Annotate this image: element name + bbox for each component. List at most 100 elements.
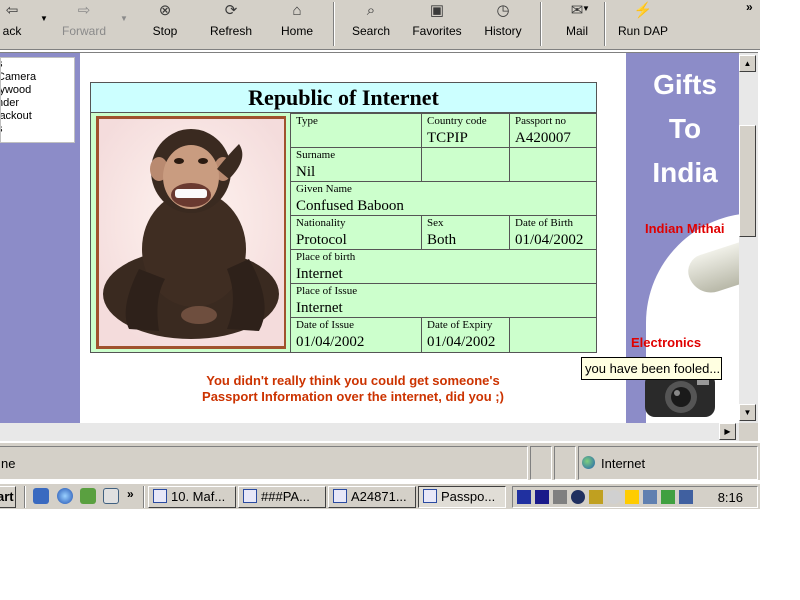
- stop-icon: ⊗: [158, 2, 172, 19]
- taskbar-item[interactable]: ###PA...: [238, 486, 326, 508]
- zone-pane: Internet: [578, 446, 758, 480]
- status-bar: ne Internet: [0, 442, 760, 480]
- clock[interactable]: 8:16: [718, 489, 743, 506]
- type-field: Type: [290, 113, 422, 148]
- home-button[interactable]: ⌂ Home: [274, 0, 320, 48]
- back-arrow-icon: ⇦: [5, 2, 19, 19]
- fooled-message-line-1: You didn't really think you could get so…: [206, 373, 500, 388]
- tray-app-icon[interactable]: [589, 490, 603, 504]
- windows-taskbar: art » 10. Maf... ###PA... A24871... Pass…: [0, 483, 760, 509]
- favorites-button[interactable]: ▣ Favorites: [407, 0, 467, 48]
- browser-window-icon: [243, 489, 257, 503]
- network-icon[interactable]: [643, 490, 657, 504]
- left-menu-item[interactable]: s: [1, 58, 74, 71]
- empty-field: [509, 147, 597, 182]
- status-text: ne: [1, 456, 16, 471]
- fooled-message-line-2: Passport Information over the internet, …: [202, 389, 504, 404]
- left-menu-item[interactable]: Camera: [1, 71, 74, 84]
- home-icon: ⌂: [292, 2, 302, 19]
- left-navigation-pane: s Camera lywood nder lackout s: [0, 53, 80, 423]
- search-button[interactable]: ⌕ Search: [346, 0, 396, 48]
- th-icon[interactable]: [535, 490, 549, 504]
- tray-app-icon[interactable]: [571, 490, 585, 504]
- chimpanzee-photo: [96, 116, 286, 349]
- taskbar-item[interactable]: 10. Maf...: [148, 486, 236, 508]
- vertical-scrollbar[interactable]: ▲ ▼: [739, 53, 758, 423]
- back-dropdown-icon[interactable]: ▼: [40, 14, 48, 23]
- scroll-down-icon[interactable]: ▼: [739, 404, 756, 421]
- internet-globe-icon: [582, 456, 595, 469]
- toolbar-more-chevron[interactable]: »: [746, 0, 753, 14]
- internet-explorer-icon[interactable]: [57, 488, 73, 504]
- taskbar-separator: [24, 486, 26, 508]
- volume-icon[interactable]: [553, 490, 567, 504]
- show-desktop-icon[interactable]: [33, 488, 49, 504]
- nationality-field: Nationality Protocol: [290, 215, 422, 250]
- start-button[interactable]: art: [0, 486, 16, 508]
- run-dap-icon: ⚡: [633, 2, 653, 19]
- shield-icon[interactable]: [517, 490, 531, 504]
- scroll-right-icon[interactable]: ▶: [719, 423, 736, 440]
- run-dap-button[interactable]: ⚡ Run DAP: [612, 0, 674, 48]
- refresh-button[interactable]: ⟳ Refresh: [203, 0, 259, 48]
- indian-mithai-label: Indian Mithai: [645, 221, 725, 236]
- mail-icon: ✉: [570, 2, 584, 19]
- given-name-field: Given Name Confused Baboon: [290, 181, 597, 216]
- browser-toolbar: ⇦ ack ▼ ⇨ Forward ▼ ⊗ Stop ⟳ Refresh ⌂ H…: [0, 0, 760, 50]
- toolbar-separator: [604, 2, 606, 46]
- forward-button[interactable]: ⇨ Forward: [54, 0, 114, 48]
- scrollbar-corner: [739, 423, 758, 441]
- history-icon: ◷: [496, 2, 510, 19]
- status-text-pane: ne: [0, 446, 528, 480]
- system-tray: 8:16: [512, 486, 758, 508]
- date-of-expiry-field: Date of Expiry 01/04/2002: [421, 317, 510, 353]
- left-menu-item[interactable]: lackout: [1, 110, 74, 123]
- word-document-icon: [153, 489, 167, 503]
- taskbar-item-active[interactable]: Passpo...: [418, 486, 506, 508]
- scroll-up-icon[interactable]: ▲: [739, 55, 756, 72]
- mail-button[interactable]: ✉ Mail: [557, 0, 597, 48]
- passport-title: Republic of Internet: [91, 83, 596, 113]
- left-menu-item[interactable]: lywood: [1, 84, 74, 97]
- left-menu: s Camera lywood nder lackout s: [0, 57, 75, 143]
- banner-title: Gifts To India: [652, 69, 718, 188]
- place-of-birth-field: Place of birth Internet: [290, 249, 597, 284]
- channels-icon[interactable]: [103, 488, 119, 504]
- status-pane: [554, 446, 576, 480]
- taskbar-item[interactable]: A24871...: [328, 486, 416, 508]
- history-button[interactable]: ◷ History: [478, 0, 528, 48]
- left-menu-item[interactable]: nder: [1, 97, 74, 110]
- empty-field: [421, 147, 510, 182]
- lightning-icon[interactable]: [625, 490, 639, 504]
- quicklaunch-more-chevron[interactable]: »: [127, 487, 134, 501]
- scroll-thumb[interactable]: [739, 125, 756, 237]
- stop-button[interactable]: ⊗ Stop: [140, 0, 190, 48]
- back-button[interactable]: ⇦ ack: [0, 0, 32, 48]
- horizontal-scrollbar[interactable]: ▶: [0, 423, 739, 441]
- favorites-icon: ▣: [429, 2, 445, 19]
- zone-label: Internet: [601, 456, 646, 471]
- country-code-field: Country code TCPIP: [421, 113, 510, 148]
- toolbar-separator: [540, 2, 542, 46]
- tray-app-icon[interactable]: [679, 490, 693, 504]
- forward-dropdown-icon[interactable]: ▼: [120, 14, 128, 23]
- tray-app-icon[interactable]: [607, 490, 621, 504]
- search-icon: ⌕: [366, 2, 376, 19]
- passport-no-field: Passport no A420007: [509, 113, 597, 148]
- passport-card: Republic of Internet Type Country code T…: [90, 82, 597, 353]
- page-content: s Camera lywood nder lackout s Republic …: [0, 52, 758, 441]
- tooltip: you have been fooled...: [581, 357, 722, 380]
- sex-field: Sex Both: [421, 215, 510, 250]
- main-content: Republic of Internet Type Country code T…: [80, 53, 626, 423]
- date-of-issue-field: Date of Issue 01/04/2002: [290, 317, 422, 353]
- browser-window-icon: [423, 489, 437, 503]
- left-menu-item[interactable]: s: [1, 123, 74, 136]
- toolbar-separator: [333, 2, 335, 46]
- fooled-message: You didn't really think you could get so…: [80, 373, 626, 405]
- taskbar-separator: [143, 486, 145, 508]
- mail-dropdown-icon[interactable]: ▼: [582, 4, 590, 13]
- outlook-express-icon[interactable]: [80, 488, 96, 504]
- refresh-icon: ⟳: [224, 2, 238, 19]
- tray-app-icon[interactable]: [661, 490, 675, 504]
- surname-field: Surname Nil: [290, 147, 422, 182]
